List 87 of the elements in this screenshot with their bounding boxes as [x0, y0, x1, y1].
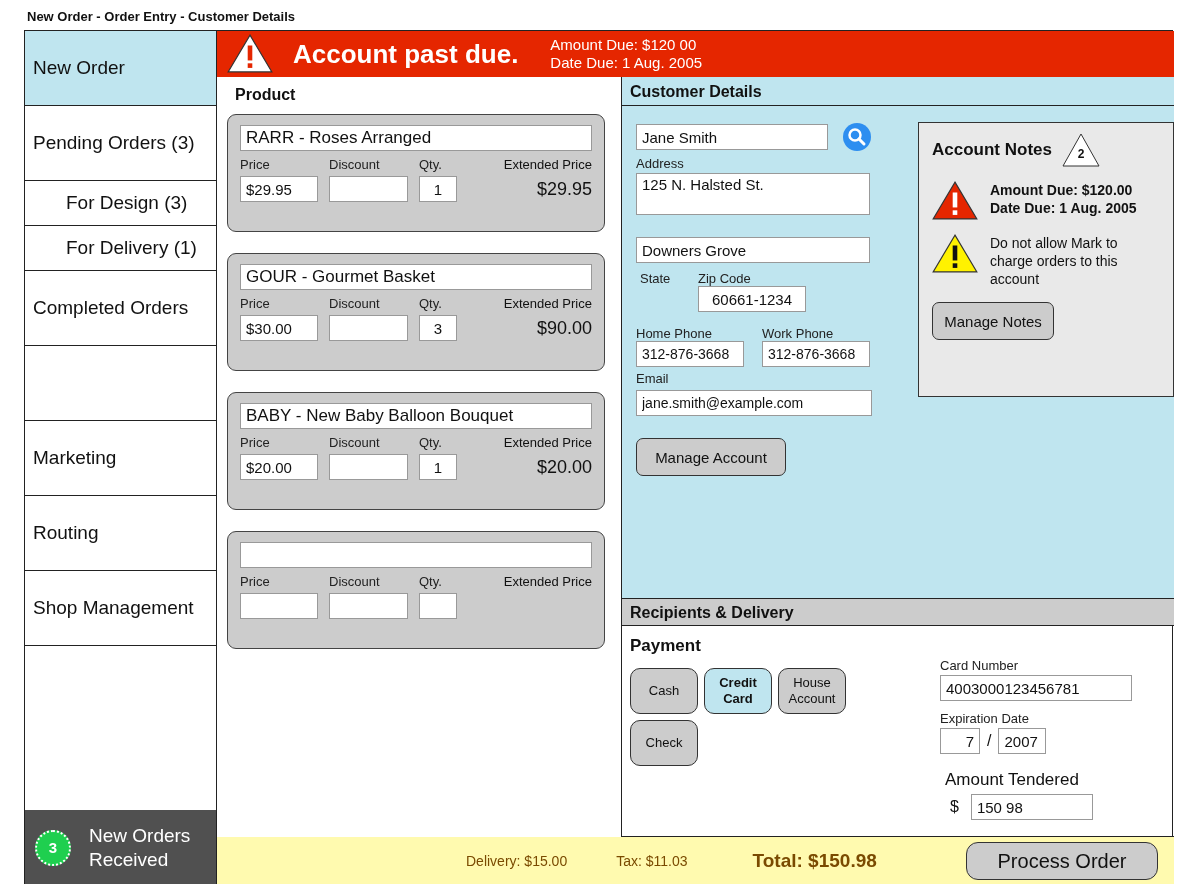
address-label: Address: [636, 156, 685, 171]
payment-method-button[interactable]: Check: [630, 720, 698, 766]
order-total: Total: $150.98: [752, 850, 877, 872]
section-title: Product: [234, 85, 297, 105]
price-label: Price: [240, 296, 271, 311]
extended-price-label: Extended Price: [502, 574, 592, 589]
notes-title: Account Notes: [932, 140, 1052, 160]
discount-field[interactable]: [329, 315, 408, 341]
tendered-field[interactable]: 150 98: [970, 794, 1093, 820]
qty-field[interactable]: 3: [419, 315, 457, 341]
extended-price: $90.00: [535, 316, 592, 339]
payment-title: Payment: [630, 636, 702, 656]
qty-field[interactable]: [419, 593, 457, 619]
year-field[interactable]: 2007: [998, 728, 1047, 754]
window-title: New Order - Order Entry - Customer Details: [26, 8, 296, 26]
warning-icon: [932, 234, 978, 274]
price-label: Price: [240, 435, 271, 450]
name-field[interactable]: Jane Smith: [636, 124, 828, 150]
work-phone-label: Work Phone: [762, 326, 835, 341]
tendered-label: Amount Tendered: [945, 770, 1080, 790]
panel-title: Customer Details: [622, 79, 1174, 106]
card-number-label: Card Number: [940, 658, 1020, 673]
card-number-field[interactable]: 4003000123456781: [940, 675, 1132, 701]
section-header[interactable]: Recipients & Delivery: [622, 599, 1174, 626]
date-due: Date Due: 1 Aug. 2005: [550, 54, 703, 72]
banner-title: Account past due.: [293, 38, 519, 70]
count-badge: 2: [1061, 133, 1100, 167]
extended-price-label: Extended Price: [502, 157, 592, 172]
discount-label: Discount: [329, 157, 381, 172]
tax-amount: Tax: $11.03: [616, 853, 688, 869]
price-field[interactable]: $20.00: [240, 454, 318, 480]
email-label: Email: [636, 371, 670, 386]
currency-symbol: $: [950, 798, 959, 816]
zip-field[interactable]: 60661-1234: [698, 286, 806, 312]
qty-field[interactable]: 1: [419, 176, 457, 202]
manage-notes-button[interactable]: Manage Notes: [932, 302, 1054, 341]
delivery-fee: Delivery: $15.00: [466, 853, 568, 869]
note-text: Amount Due: $120.00 Date Due: 1 Aug. 2005: [990, 181, 1138, 217]
city-field[interactable]: Downers Grove: [636, 237, 870, 263]
discount-field[interactable]: [329, 593, 408, 619]
process-order-button[interactable]: Process Order: [966, 842, 1158, 880]
count-badge: 3: [35, 829, 71, 866]
home-phone-label: Home Phone: [636, 326, 713, 341]
notification-panel[interactable]: 3 New Orders Received: [25, 810, 216, 884]
qty-label: Qty.: [419, 435, 443, 450]
state-label: State: [639, 271, 671, 286]
payment-method-button[interactable]: House Account: [778, 668, 846, 714]
notification-text: New Orders Received: [89, 823, 192, 872]
qty-label: Qty.: [419, 574, 443, 589]
search-icon[interactable]: [842, 122, 872, 152]
price-label: Price: [240, 157, 271, 172]
home-phone-field[interactable]: 312-876-3668: [636, 341, 744, 367]
product-field[interactable]: GOUR - Gourmet Basket: [240, 264, 592, 290]
discount-label: Discount: [329, 296, 381, 311]
email-field[interactable]: jane.smith@example.com: [636, 390, 872, 416]
discount-label: Discount: [329, 435, 381, 450]
discount-field[interactable]: [329, 176, 408, 202]
extended-price-label: Extended Price: [502, 296, 592, 311]
date-separator: /: [987, 732, 992, 750]
discount-field[interactable]: [329, 454, 408, 480]
expiration-label: Expiration Date: [940, 711, 1030, 726]
qty-label: Qty.: [419, 157, 443, 172]
alert-icon: [932, 181, 978, 221]
product-field[interactable]: [240, 542, 592, 568]
product-field[interactable]: RARR - Roses Arranged: [240, 125, 592, 151]
qty-label: Qty.: [419, 296, 443, 311]
note-text: Do not allow Mark to charge orders to this account: [990, 234, 1119, 289]
qty-field[interactable]: 1: [419, 454, 457, 480]
price-field[interactable]: $29.95: [240, 176, 318, 202]
manage-account-button[interactable]: Manage Account: [636, 438, 786, 476]
extended-price: $20.00: [535, 455, 592, 478]
amount-due: Amount Due: $120 00: [550, 36, 698, 54]
month-field[interactable]: 7: [940, 728, 980, 754]
product-field[interactable]: BABY - New Baby Balloon Bouquet: [240, 403, 592, 429]
work-phone-field[interactable]: 312-876-3668: [762, 341, 870, 367]
extended-price: $29.95: [535, 177, 592, 200]
payment-method-button[interactable]: Credit Card: [704, 668, 772, 714]
address-field[interactable]: 125 N. Halsted St.: [636, 173, 870, 215]
price-field[interactable]: [240, 593, 318, 619]
price-field[interactable]: $30.00: [240, 315, 318, 341]
zip-label: Zip Code: [698, 271, 752, 286]
extended-price-label: Extended Price: [502, 435, 592, 450]
payment-method-button[interactable]: Cash: [630, 668, 698, 714]
nav-item[interactable]: New Order: [25, 31, 216, 106]
warning-icon: [227, 34, 273, 74]
price-label: Price: [240, 574, 271, 589]
discount-label: Discount: [329, 574, 381, 589]
